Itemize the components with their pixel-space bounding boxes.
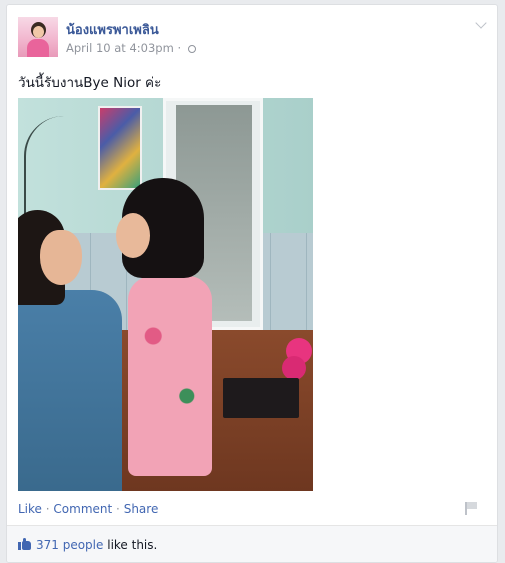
avatar-body [27, 39, 49, 57]
post-timestamp[interactable]: April 10 at 4:03pm [66, 41, 174, 55]
photo-makeup-palette [223, 378, 299, 418]
post-meta: April 10 at 4:03pm · [66, 41, 196, 55]
thumb-cuff [18, 542, 21, 550]
photo-wall-decal [24, 116, 86, 216]
post-card: น้องแพรพาเพลิน April 10 at 4:03pm · วันน… [6, 4, 498, 563]
globe-icon[interactable] [187, 45, 196, 53]
chevron-down-icon[interactable] [475, 17, 487, 29]
action-separator: · [45, 502, 50, 516]
meta-separator: · [177, 41, 182, 55]
photo-balloon [282, 356, 306, 380]
post-text: วันนี้รับงานBye Nior ค่ะ [18, 75, 162, 91]
avatar-face [33, 26, 44, 38]
thumbs-up-icon [18, 538, 31, 550]
likes-bar: 371 people like this. [7, 525, 497, 562]
likes-count-link[interactable]: 371 people [36, 538, 103, 552]
photo-girl-dress [128, 276, 212, 476]
post-photo[interactable] [18, 98, 313, 491]
share-link[interactable]: Share [124, 502, 159, 516]
photo-woman [18, 290, 122, 491]
likes-suffix: like this. [107, 538, 158, 552]
flag-cloth [466, 502, 477, 509]
likes-summary: 371 people like this. [36, 538, 157, 552]
author-avatar[interactable] [18, 17, 58, 57]
author-name[interactable]: น้องแพรพาเพลิน [66, 19, 159, 40]
action-separator: · [116, 502, 120, 516]
like-link[interactable]: Like [18, 502, 42, 516]
post-actions: Like · Comment · Share [18, 502, 158, 516]
flag-icon[interactable] [465, 502, 477, 515]
comment-link[interactable]: Comment [53, 502, 112, 516]
photo-woman-face [40, 230, 82, 285]
photo-girl-face [116, 213, 150, 258]
thumb-digit [23, 538, 26, 543]
photo-poster [98, 106, 142, 190]
